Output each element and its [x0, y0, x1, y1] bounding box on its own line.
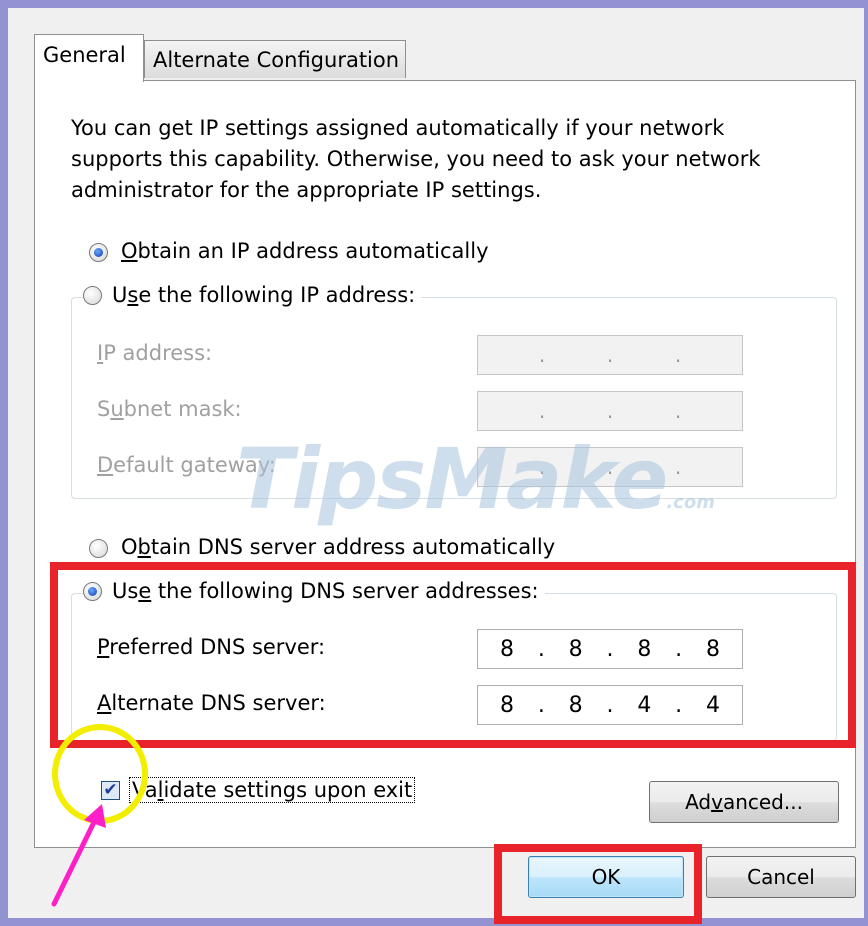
tab-general-label: General [43, 43, 126, 67]
octet-separator: . [606, 455, 614, 479]
general-panel: You can get IP settings assigned automat… [34, 80, 856, 848]
use-following-dns-label[interactable]: Use the following DNS server addresses: [112, 579, 539, 603]
dns-octet: 8 [500, 636, 514, 662]
cancel-button[interactable]: Cancel [706, 856, 856, 898]
dns-octet: 8 [568, 636, 583, 662]
octet-separator: . [675, 636, 683, 662]
octet-separator: . [675, 692, 683, 718]
cancel-button-label: Cancel [747, 865, 815, 889]
octet-separator: . [674, 455, 682, 479]
ipv4-properties-dialog: General Alternate Configuration You can … [8, 8, 864, 918]
octet-separator: . [538, 455, 546, 479]
dns-octet: 8 [637, 636, 652, 662]
preferred-dns-label: Preferred DNS server: [97, 635, 326, 659]
octet-separator: . [606, 399, 614, 423]
octet-separator: . [606, 692, 614, 718]
tab-general[interactable]: General [34, 34, 144, 82]
octet-separator: . [538, 399, 546, 423]
octet-separator: . [537, 692, 545, 718]
tab-alternate-configuration[interactable]: Alternate Configuration [144, 40, 406, 78]
subnet-mask-field[interactable]: . . . [477, 391, 743, 431]
dns-octet: 4 [705, 692, 720, 718]
default-gateway-field[interactable]: . . . [477, 447, 743, 487]
dns-octet: 8 [500, 692, 514, 718]
tab-alternate-configuration-label: Alternate Configuration [153, 47, 400, 72]
radio-selected-dot [94, 248, 103, 257]
alternate-dns-field[interactable]: 8 . 8 . 4 . 4 [477, 685, 743, 725]
dns-octet: 8 [705, 636, 720, 662]
obtain-ip-auto-radio[interactable] [89, 243, 108, 262]
validate-settings-label[interactable]: Validate settings upon exit [129, 777, 416, 803]
default-gateway-label: Default gateway: [97, 453, 276, 477]
ok-button-label: OK [591, 865, 621, 889]
use-following-dns-title: Use the following DNS server addresses: [83, 579, 545, 603]
dns-octet: 4 [637, 692, 652, 718]
advanced-button[interactable]: Ad v anced... [649, 781, 839, 823]
radio-selected-dot [88, 586, 97, 596]
obtain-ip-auto-label[interactable]: Obtain an IP address automatically [121, 239, 489, 263]
alternate-dns-label: Alternate DNS server: [97, 691, 326, 715]
use-following-ip-radio[interactable] [83, 285, 102, 305]
octet-separator: . [537, 636, 545, 662]
obtain-dns-auto-label[interactable]: Obtain DNS server address automatically [121, 535, 555, 559]
ip-address-field[interactable]: . . . [477, 335, 743, 375]
preferred-dns-field[interactable]: 8 . 8 . 8 . 8 [477, 629, 743, 669]
subnet-mask-label: Subnet mask: [97, 397, 242, 421]
octet-separator: . [606, 343, 614, 367]
octet-separator: . [606, 636, 614, 662]
ip-address-label: IP address: [97, 341, 213, 365]
use-following-ip-title: Use the following IP address: [83, 283, 422, 307]
octet-separator: . [674, 399, 682, 423]
intro-text: You can get IP settings assigned automat… [71, 116, 761, 202]
obtain-dns-auto-radio[interactable] [89, 539, 108, 558]
validate-settings-checkbox[interactable]: ✔ [101, 781, 120, 800]
octet-separator: . [674, 343, 682, 367]
use-following-dns-radio[interactable] [83, 581, 102, 601]
dns-octet: 8 [568, 692, 583, 718]
ok-button[interactable]: OK [528, 856, 684, 898]
use-following-ip-label[interactable]: Use the following IP address: [112, 283, 415, 307]
octet-separator: . [538, 343, 546, 367]
checkmark-icon: ✔ [103, 780, 118, 800]
